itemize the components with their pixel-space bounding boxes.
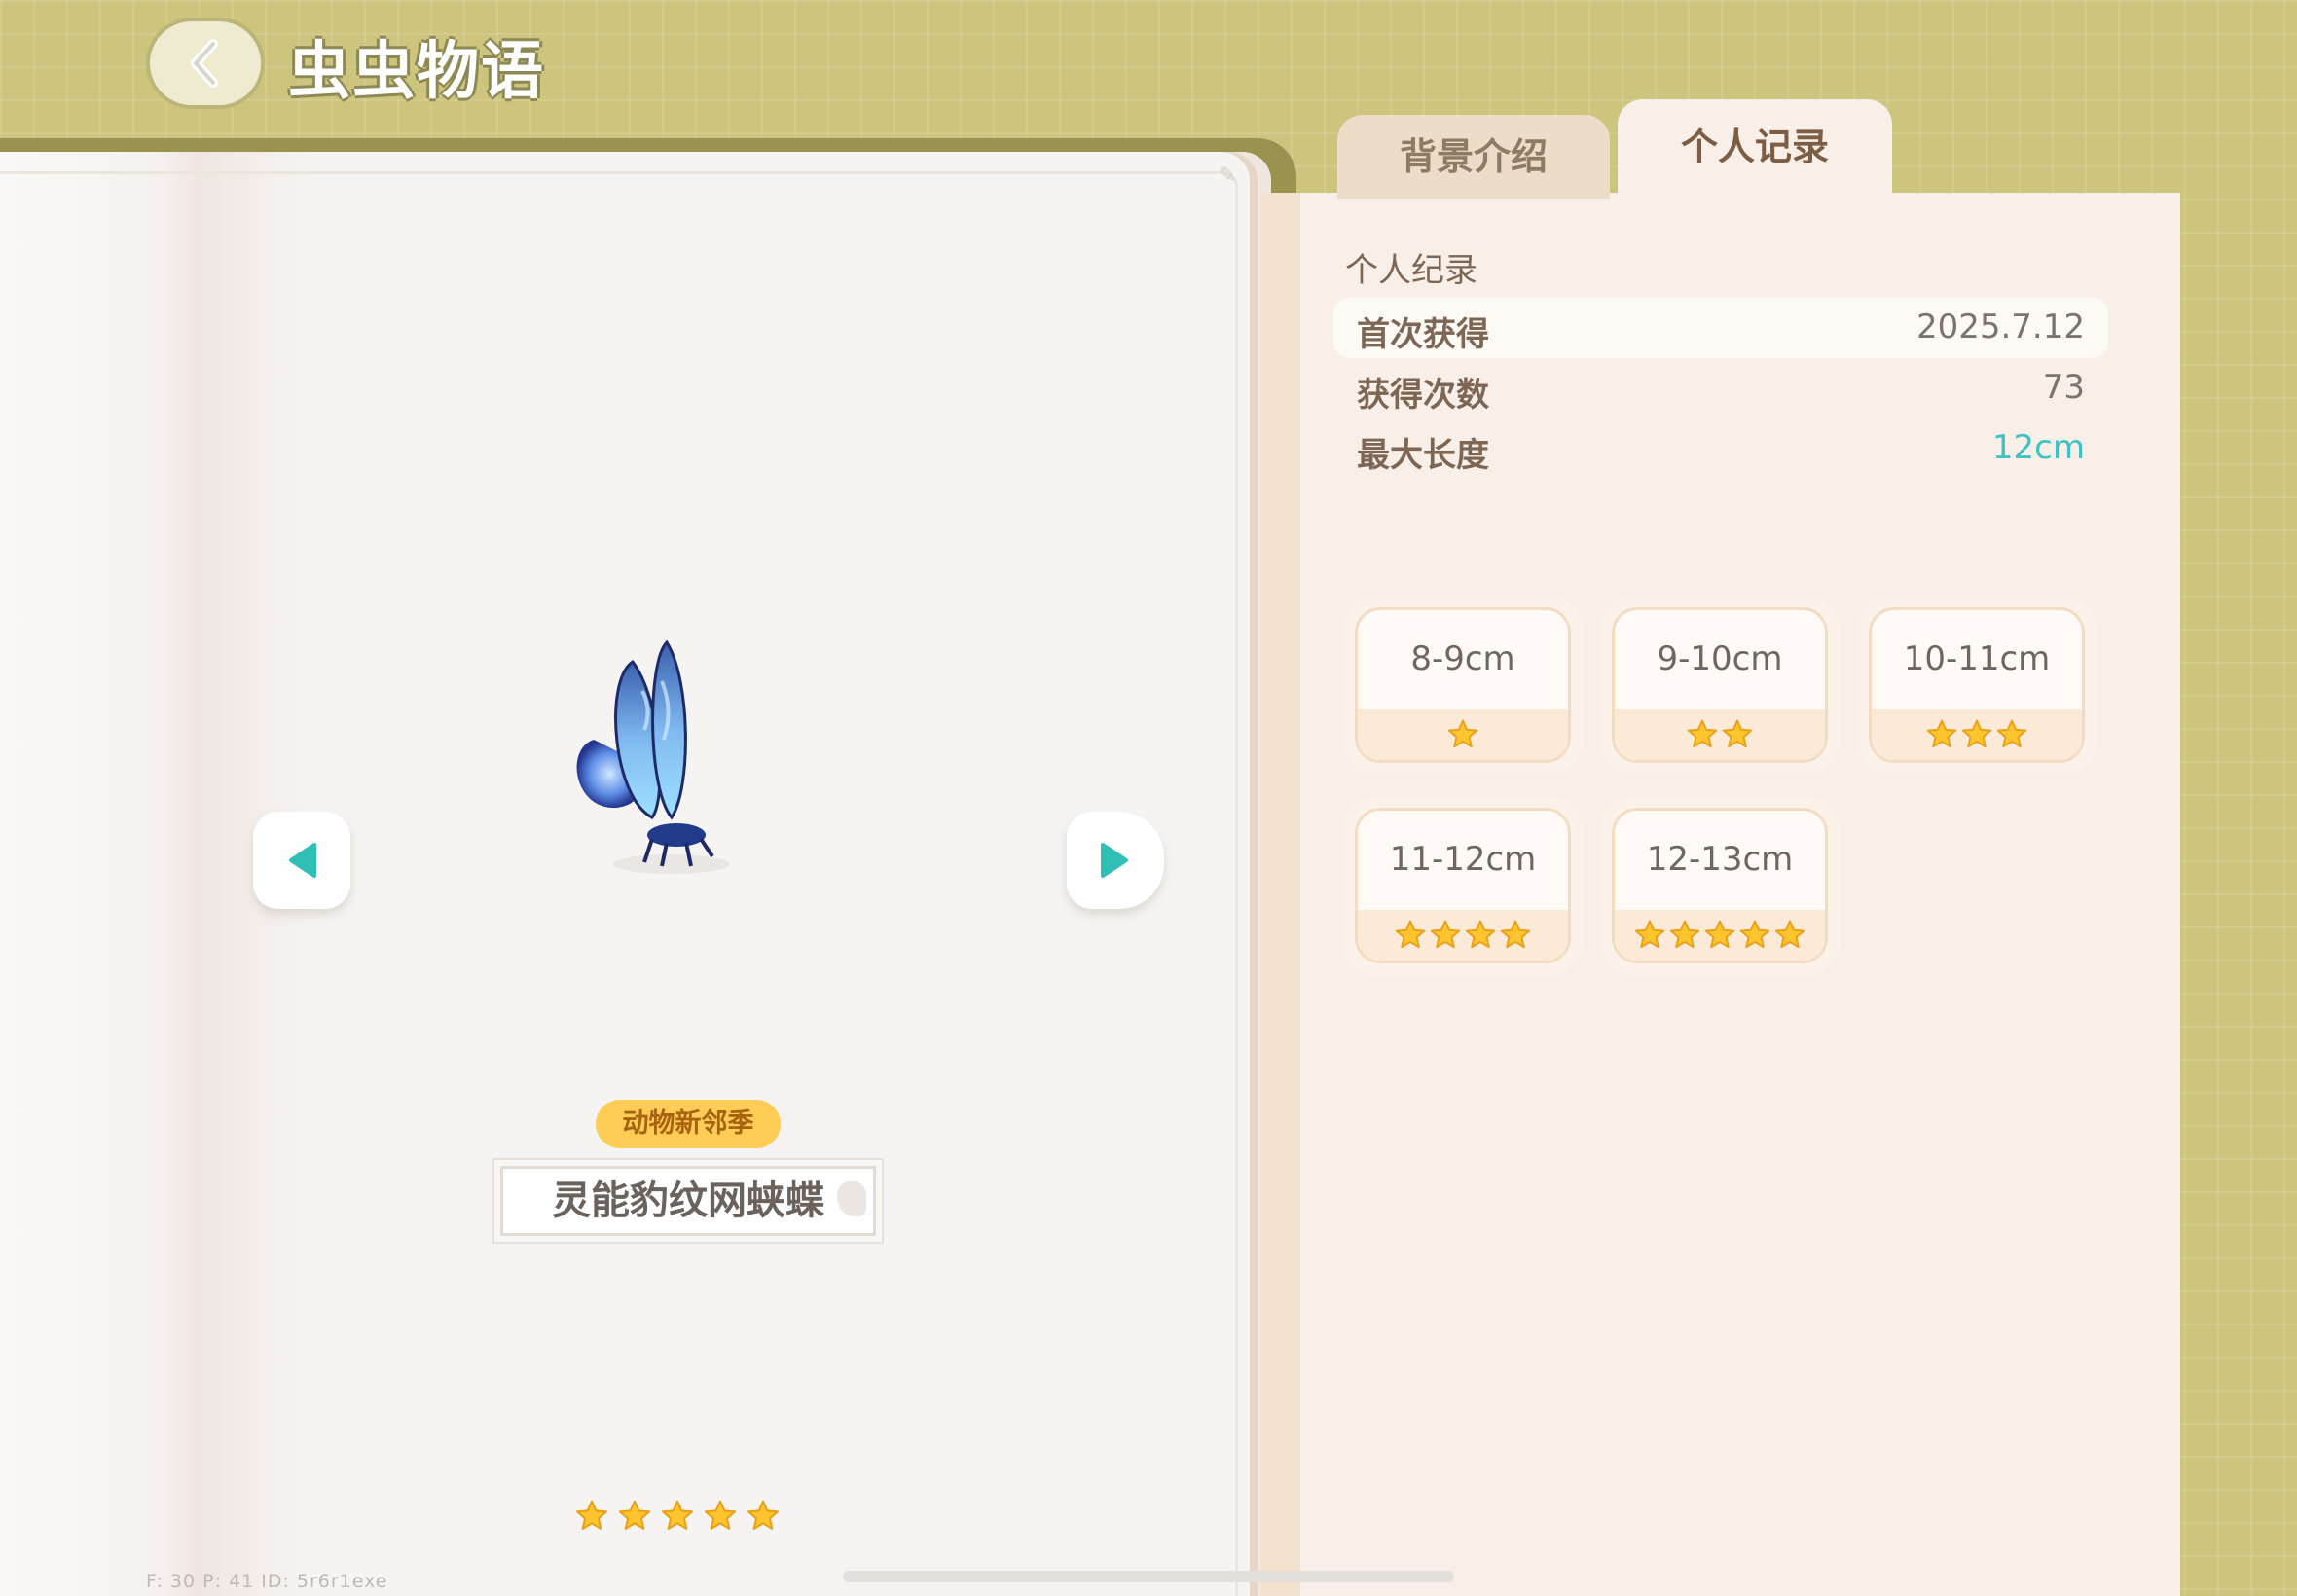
back-button[interactable]	[146, 18, 265, 109]
size-tier-label: 8-9cm	[1410, 639, 1515, 678]
size-tier-inner: 11-12cm	[1355, 808, 1571, 963]
size-tier-inner: 8-9cm	[1355, 607, 1571, 763]
star-icon	[747, 1500, 780, 1530]
record-row-max-length: 最大长度 12cm	[1333, 418, 2108, 479]
star-icon	[1465, 920, 1496, 949]
size-tier-stars	[1615, 709, 1825, 760]
star-icon	[1500, 920, 1531, 949]
triangle-right-icon	[1101, 843, 1128, 878]
page-title: 虫虫物语	[288, 36, 545, 108]
record-key: 获得次数	[1357, 376, 1489, 415]
record-value: 2025.7.12	[1915, 308, 2085, 346]
size-tier-card: 12-13cm	[1600, 796, 1840, 975]
size-tier-inner: 9-10cm	[1612, 607, 1828, 763]
size-tier-card: 8-9cm	[1343, 596, 1583, 775]
star-icon	[1722, 719, 1753, 748]
star-icon	[575, 1500, 608, 1530]
star-icon	[1926, 719, 1957, 748]
size-tier-stars	[1872, 709, 2082, 760]
tab-personal-record[interactable]: 个人记录	[1618, 99, 1892, 199]
panel-edge	[1261, 193, 1300, 1596]
home-indicator[interactable]	[843, 1571, 1454, 1582]
star-icon	[704, 1500, 737, 1530]
star-icon	[1774, 920, 1805, 949]
star-icon	[618, 1500, 651, 1530]
size-tier-card: 9-10cm	[1600, 596, 1840, 775]
star-icon	[1669, 920, 1700, 949]
record-value: 12cm	[1991, 428, 2085, 467]
size-tier-label: 9-10cm	[1657, 639, 1783, 678]
record-key: 首次获得	[1357, 315, 1489, 354]
star-icon	[1447, 719, 1478, 748]
tab-background-intro[interactable]: 背景介绍	[1337, 115, 1610, 199]
rarity-stars	[574, 1499, 798, 1538]
star-icon	[1996, 719, 2027, 748]
record-section-title: 个人纪录	[1345, 251, 1477, 290]
record-value: 73	[2042, 368, 2085, 407]
size-tier-inner: 12-13cm	[1612, 808, 1828, 963]
star-icon	[1739, 920, 1770, 949]
butterfly-illustration	[576, 639, 730, 874]
size-tier-stars	[1358, 910, 1568, 961]
star-icon	[1430, 920, 1461, 949]
record-key: 最大长度	[1357, 436, 1489, 475]
star-icon	[1961, 719, 1992, 748]
size-tier-inner: 10-11cm	[1869, 607, 2085, 763]
size-tier-stars	[1358, 709, 1568, 760]
size-tier-stars	[1615, 910, 1825, 961]
star-icon	[661, 1500, 694, 1530]
size-tier-card: 11-12cm	[1343, 796, 1583, 975]
insect-name: 灵能豹纹网蛱蝶	[500, 1166, 876, 1236]
size-tier-label: 10-11cm	[1903, 639, 2051, 678]
size-tier-label: 11-12cm	[1389, 840, 1537, 879]
size-tier-label: 12-13cm	[1646, 840, 1794, 879]
star-icon	[1634, 920, 1665, 949]
season-tag: 动物新邻季	[596, 1100, 781, 1148]
size-tier-card: 10-11cm	[1857, 596, 2096, 775]
next-insect-button[interactable]	[1067, 812, 1164, 909]
star-icon	[1687, 719, 1718, 748]
record-row-obtain-count: 获得次数 73	[1333, 358, 2108, 418]
previous-insect-button[interactable]	[253, 812, 350, 909]
chevron-left-icon	[191, 39, 218, 88]
record-row-first-obtained: 首次获得 2025.7.12	[1333, 298, 2108, 358]
star-icon	[1395, 920, 1426, 949]
page-corner-icon: ✎	[1219, 163, 1237, 188]
debug-readout: F: 30 P: 41 ID: 5r6r1exe	[146, 1571, 388, 1592]
star-icon	[1704, 920, 1735, 949]
triangle-left-icon	[289, 843, 316, 878]
